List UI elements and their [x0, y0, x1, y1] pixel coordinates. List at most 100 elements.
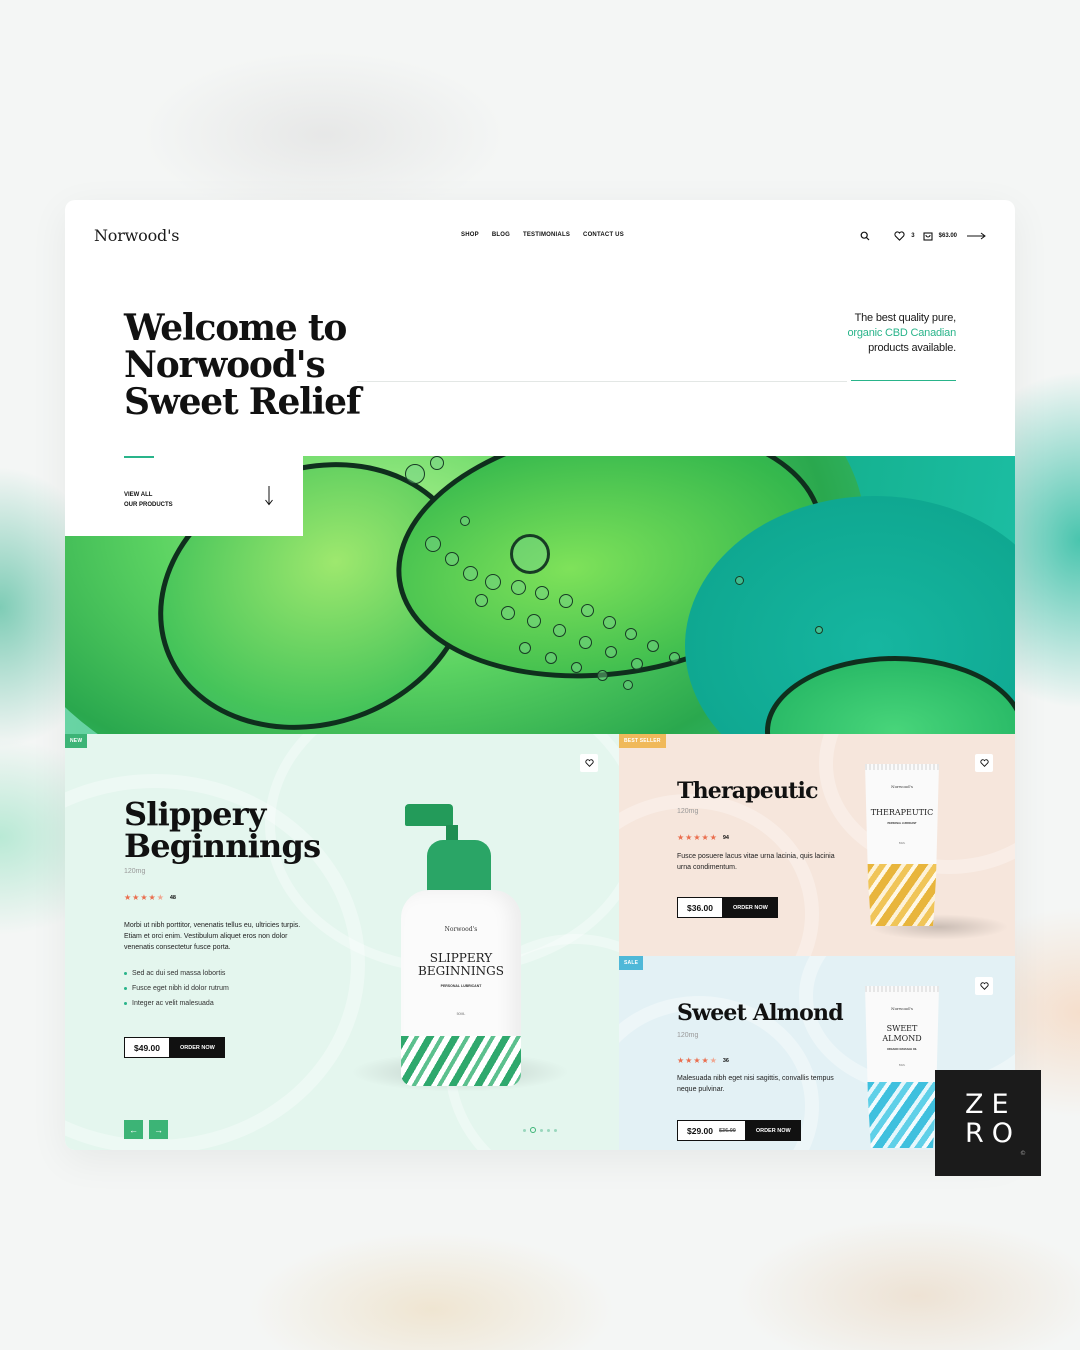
nav-shop[interactable]: SHOP: [461, 232, 479, 238]
heart-icon: [584, 759, 594, 767]
review-count: 94: [722, 835, 729, 841]
favorite-button[interactable]: [580, 754, 598, 772]
product-title: Sweet Almond: [677, 1000, 844, 1026]
order-now-button[interactable]: ORDER NOW: [723, 897, 778, 918]
hero-title: Welcome to Norwood's Sweet Relief: [124, 307, 361, 423]
review-count: 48: [169, 895, 176, 901]
copyright-mark: ©: [1020, 1150, 1026, 1157]
sale-price: $29.00: [687, 1125, 713, 1136]
tagline-highlight: organic CBD Canadian: [847, 327, 956, 339]
view-all-label: VIEW ALL OUR PRODUCTS: [124, 492, 173, 508]
product-card-therapeutic: BEST SELLER Therapeutic 120mg ★ ★ ★ ★ ★ 94 F…: [619, 734, 1015, 956]
product-image-bottle: Norwood's SLIPPERY BEGINNINGS PERSONAL L…: [401, 890, 521, 1086]
star-icon: ★: [132, 893, 140, 902]
original-price: $36.00: [719, 1127, 736, 1134]
cart-total: $63.00: [938, 233, 957, 239]
product-description: Malesuada nibh eget nisi sagittis, conva…: [677, 1075, 834, 1093]
nav-blog[interactable]: BLOG: [492, 232, 510, 238]
view-all-accent: [124, 456, 154, 458]
label-brand: Norwood's: [891, 784, 913, 789]
zero-watermark-logo: ZE RO ©: [935, 1070, 1041, 1176]
star-icon: ★: [140, 893, 148, 902]
product-price: $29.00 $36.00: [677, 1120, 746, 1141]
cart-icon[interactable]: [923, 231, 933, 241]
arrow-right-icon: →: [154, 1124, 163, 1135]
tagline-underline: [851, 380, 956, 381]
product-size: 120mg: [677, 808, 699, 815]
header-actions: 3 $63.00: [860, 227, 987, 245]
product-title: Slippery Beginnings: [124, 795, 321, 865]
hero-divider: [357, 381, 847, 382]
star-icon: ★: [685, 833, 693, 842]
product-rating: ★ ★ ★ ★ ★ 36: [677, 1057, 729, 1065]
slider-dot[interactable]: [547, 1128, 550, 1132]
slider-prev-button[interactable]: ←: [124, 1120, 143, 1139]
star-icon: ★: [677, 1056, 685, 1065]
badge-sale: SALE: [619, 956, 644, 970]
wishlist-count: 3: [911, 233, 915, 239]
label-subtitle: PERSONAL LUBRICANT: [887, 822, 917, 825]
order-now-button[interactable]: ORDER NOW: [170, 1037, 225, 1058]
bottle-marble-pattern: [401, 1036, 521, 1086]
slider-dot[interactable]: [523, 1128, 526, 1132]
label-name: THERAPEUTIC: [870, 808, 934, 817]
product-rating: ★ ★ ★ ★ ★ 48: [124, 894, 176, 902]
label-volume: 50ML: [898, 1064, 906, 1067]
product-card-slippery-beginnings: NEW Slippery Beginnings 120mg ★ ★ ★ ★ ★ 48 M…: [65, 734, 619, 1150]
star-half-icon: ★: [156, 893, 164, 902]
star-icon: ★: [677, 833, 685, 842]
label-volume: 50ML: [898, 842, 906, 845]
star-icon: ★: [693, 1056, 701, 1065]
slider-dots: [523, 1127, 557, 1133]
slider-dot[interactable]: [554, 1128, 557, 1132]
heart-icon: [979, 982, 989, 990]
watermark-text: ZE RO: [965, 1089, 1022, 1149]
product-size: 120mg: [677, 1032, 699, 1039]
heart-icon: [979, 759, 989, 767]
main-nav: SHOP BLOG TESTIMONIALS CONTACT US: [461, 232, 624, 238]
slider-dot[interactable]: [540, 1128, 543, 1132]
buy-group: $49.00 ORDER NOW: [124, 1037, 225, 1058]
heart-icon[interactable]: [894, 231, 905, 241]
star-icon: ★: [685, 1056, 693, 1065]
badge-best-seller: BEST SELLER: [619, 734, 666, 748]
pump-collar: [427, 840, 491, 896]
product-title: Therapeutic: [677, 778, 819, 804]
arrow-down-icon: [264, 486, 274, 511]
star-icon: ★: [124, 893, 132, 902]
product-image-tube: Norwood's THERAPEUTIC PERSONAL LUBRICANT…: [865, 764, 939, 926]
search-icon[interactable]: [860, 231, 870, 241]
label-name: SLIPPERY BEGINNINGS: [418, 951, 504, 978]
tube-cap-pattern: [865, 864, 939, 926]
label-name: SWEET ALMOND: [882, 1024, 922, 1043]
brand-logo[interactable]: Norwood's: [94, 226, 179, 245]
star-icon: ★: [701, 1056, 709, 1065]
product-description: Fusce posuere lacus vitae urna lacinia, …: [677, 853, 835, 871]
tube-crimp: [865, 764, 939, 770]
favorite-button[interactable]: [975, 754, 993, 772]
label-subtitle: PERSONAL LUBRICANT: [440, 984, 482, 988]
feature-item: Integer ac velit malesuada: [124, 996, 229, 1011]
order-now-button[interactable]: ORDER NOW: [745, 1120, 801, 1141]
arrow-right-icon[interactable]: [967, 232, 987, 240]
tagline-text: The best quality pure,: [854, 312, 957, 324]
tube-cap-pattern: [865, 1082, 939, 1148]
feature-item: Sed ac dui sed massa lobortis: [124, 966, 229, 981]
star-icon: ★: [693, 833, 701, 842]
product-price: $36.00: [677, 897, 723, 918]
website-mockup: Norwood's SHOP BLOG TESTIMONIALS CONTACT…: [65, 200, 1015, 1150]
nav-contact[interactable]: CONTACT US: [583, 232, 624, 238]
product-image-tube: Norwood's SWEET ALMOND ORGANIC MASSAGE O…: [865, 986, 939, 1148]
favorite-button[interactable]: [975, 977, 993, 995]
feature-item: Fusce eget nibh id dolor rutrum: [124, 981, 229, 996]
star-icon: ★: [701, 833, 709, 842]
pump-stem: [446, 825, 458, 841]
pump-head: [405, 804, 453, 826]
slider-dot-active[interactable]: [530, 1127, 536, 1133]
label-subtitle: ORGANIC MASSAGE OIL: [886, 1048, 917, 1051]
nav-testimonials[interactable]: TESTIMONIALS: [523, 232, 570, 238]
buy-group: $29.00 $36.00 ORDER NOW: [677, 1120, 801, 1141]
slider-next-button[interactable]: →: [149, 1120, 168, 1139]
product-features: Sed ac dui sed massa lobortis Fusce eget…: [124, 966, 229, 1011]
tube-crimp: [865, 986, 939, 992]
